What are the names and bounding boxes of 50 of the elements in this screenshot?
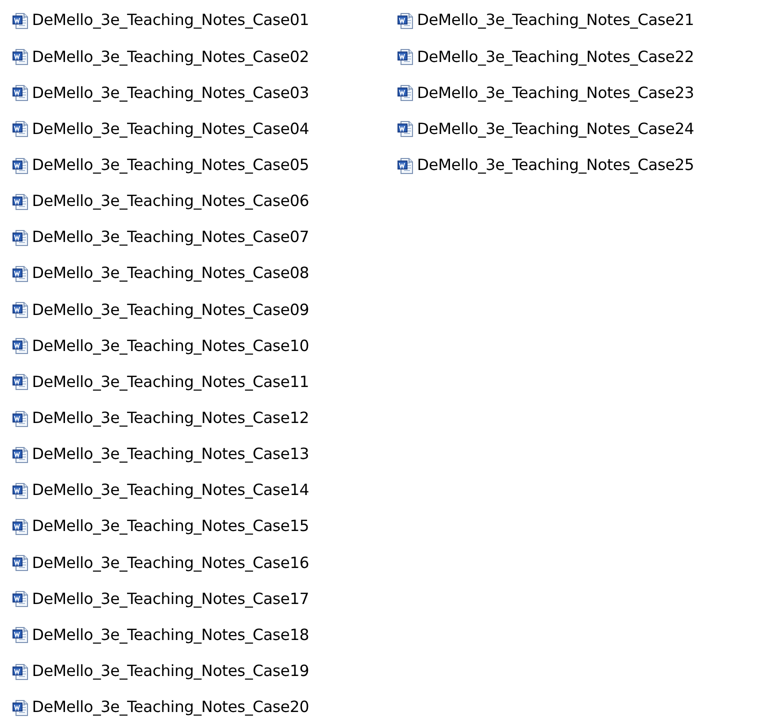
- document-icon: [12, 373, 30, 392]
- file-item[interactable]: DeMello_3e_Teaching_Notes_Case09: [12, 292, 397, 328]
- file-item[interactable]: DeMello_3e_Teaching_Notes_Case11: [12, 364, 397, 401]
- document-icon: [12, 337, 30, 356]
- document-icon: [12, 156, 30, 175]
- document-icon: [397, 12, 415, 30]
- document-icon: [12, 446, 30, 464]
- file-item[interactable]: DeMello_3e_Teaching_Notes_Case20: [12, 690, 397, 721]
- document-icon: [12, 301, 30, 320]
- document-icon: [397, 120, 415, 138]
- document-icon: [12, 12, 30, 30]
- document-icon: [12, 265, 30, 284]
- document-icon: [12, 554, 30, 572]
- document-icon: [12, 192, 30, 211]
- file-item[interactable]: DeMello_3e_Teaching_Notes_Case19: [12, 654, 397, 690]
- file-item[interactable]: DeMello_3e_Teaching_Notes_Case12: [12, 400, 397, 437]
- file-item[interactable]: DeMello_3e_Teaching_Notes_Case18: [12, 617, 397, 654]
- document-icon: [12, 662, 30, 681]
- file-item[interactable]: DeMello_3e_Teaching_Notes_Case02: [12, 39, 397, 76]
- document-icon: [12, 482, 30, 500]
- file-item[interactable]: DeMello_3e_Teaching_Notes_Case23: [397, 75, 767, 112]
- file-item[interactable]: DeMello_3e_Teaching_Notes_Case08: [12, 256, 397, 292]
- document-icon: [12, 48, 30, 66]
- document-icon: [12, 228, 30, 247]
- file-item[interactable]: DeMello_3e_Teaching_Notes_Case17: [12, 581, 397, 618]
- document-icon: [12, 410, 30, 428]
- file-item[interactable]: DeMello_3e_Teaching_Notes_Case22: [397, 39, 767, 76]
- document-icon: [397, 48, 415, 66]
- file-item[interactable]: DeMello_3e_Teaching_Notes_Case15: [12, 508, 397, 546]
- file-item[interactable]: DeMello_3e_Teaching_Notes_Case13: [12, 436, 397, 473]
- file-item[interactable]: DeMello_3e_Teaching_Notes_Case16: [12, 545, 397, 582]
- file-item[interactable]: DeMello_3e_Teaching_Notes_Case07: [12, 220, 397, 256]
- document-icon: [12, 626, 30, 644]
- document-icon: [397, 156, 415, 175]
- file-item[interactable]: DeMello_3e_Teaching_Notes_Case06: [12, 184, 397, 220]
- file-item[interactable]: DeMello_3e_Teaching_Notes_Case24: [397, 111, 767, 148]
- file-item[interactable]: DeMello_3e_Teaching_Notes_Case25: [397, 148, 767, 184]
- document-icon: [397, 84, 415, 102]
- file-item[interactable]: DeMello_3e_Teaching_Notes_Case01: [12, 3, 397, 40]
- file-item[interactable]: DeMello_3e_Teaching_Notes_Case10: [12, 328, 397, 364]
- document-icon: [12, 120, 30, 138]
- file-item[interactable]: DeMello_3e_Teaching_Notes_Case04: [12, 111, 397, 148]
- file-item[interactable]: DeMello_3e_Teaching_Notes_Case21: [397, 3, 767, 40]
- file-item[interactable]: DeMello_3e_Teaching_Notes_Case03: [12, 75, 397, 112]
- document-icon: [12, 698, 30, 717]
- document-icon: [12, 518, 30, 536]
- file-item[interactable]: DeMello_3e_Teaching_Notes_Case14: [12, 472, 397, 509]
- document-icon: [12, 84, 30, 102]
- file-item[interactable]: DeMello_3e_Teaching_Notes_Case05: [12, 148, 397, 184]
- document-icon: [12, 590, 30, 608]
